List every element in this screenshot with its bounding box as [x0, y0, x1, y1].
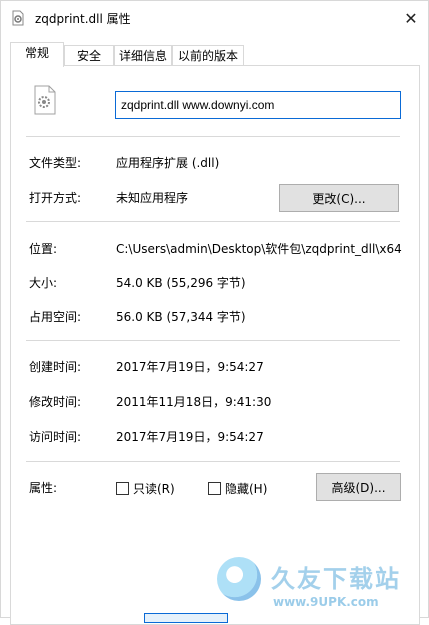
size-on-disk-value: 56.0 KB (57,344 字节)	[116, 310, 246, 324]
close-button[interactable]: ✕	[400, 7, 422, 29]
file-name-input[interactable]	[115, 91, 401, 119]
watermark: 久友下载站 www.9UPK.com	[217, 557, 427, 613]
size-value: 54.0 KB (55,296 字节)	[116, 276, 246, 290]
watermark-url: www.9UPK.com	[273, 595, 379, 609]
accessed-label: 访问时间:	[29, 430, 82, 444]
general-panel	[10, 65, 420, 625]
location-value: C:\Users\admin\Desktop\软件包\zqdprint_dll\…	[116, 242, 402, 256]
dll-file-icon	[34, 85, 56, 115]
tab-previous-versions[interactable]: 以前的版本	[172, 45, 244, 66]
tab-security[interactable]: 安全	[64, 45, 114, 66]
accessed-value: 2017年7月19日，9:54:27	[116, 430, 264, 444]
size-label: 大小:	[29, 276, 58, 290]
separator	[26, 340, 400, 341]
checkbox-box[interactable]	[208, 482, 221, 495]
created-value: 2017年7月19日，9:54:27	[116, 360, 264, 374]
hidden-checkbox[interactable]: 隐藏(H)	[208, 480, 267, 497]
modified-value: 2011年11月18日，9:41:30	[116, 395, 272, 409]
size-on-disk-label: 占用空间:	[29, 310, 82, 324]
title-bar: zqdprint.dll 属性 ✕	[1, 1, 429, 35]
watermark-logo-icon	[217, 557, 261, 601]
properties-window: zqdprint.dll 属性 ✕ 常规 安全 详细信息 以前的版本 文件类型:…	[0, 0, 429, 625]
file-type-label: 文件类型:	[29, 156, 82, 170]
ok-button[interactable]	[144, 613, 228, 623]
file-type-value: 应用程序扩展 (.dll)	[116, 156, 220, 170]
hidden-checkbox-label: 隐藏(H)	[225, 482, 268, 496]
modified-label: 修改时间:	[29, 395, 82, 409]
watermark-title: 久友下载站	[271, 565, 401, 593]
separator	[26, 221, 400, 222]
change-button[interactable]: 更改(C)...	[279, 184, 399, 212]
readonly-checkbox-label: 只读(R)	[133, 482, 175, 496]
attributes-label: 属性:	[29, 481, 58, 495]
dll-file-icon	[12, 10, 24, 26]
open-with-label: 打开方式:	[29, 191, 82, 205]
created-label: 创建时间:	[29, 360, 82, 374]
tab-details[interactable]: 详细信息	[114, 45, 172, 66]
readonly-checkbox[interactable]: 只读(R)	[116, 480, 175, 497]
separator	[26, 136, 400, 137]
window-title: zqdprint.dll 属性	[35, 12, 131, 26]
advanced-button[interactable]: 高级(D)...	[316, 473, 401, 501]
location-label: 位置:	[29, 242, 58, 256]
separator	[26, 461, 400, 462]
checkbox-box[interactable]	[116, 482, 129, 495]
open-with-value: 未知应用程序	[116, 191, 189, 205]
tab-general[interactable]: 常规	[10, 42, 64, 67]
